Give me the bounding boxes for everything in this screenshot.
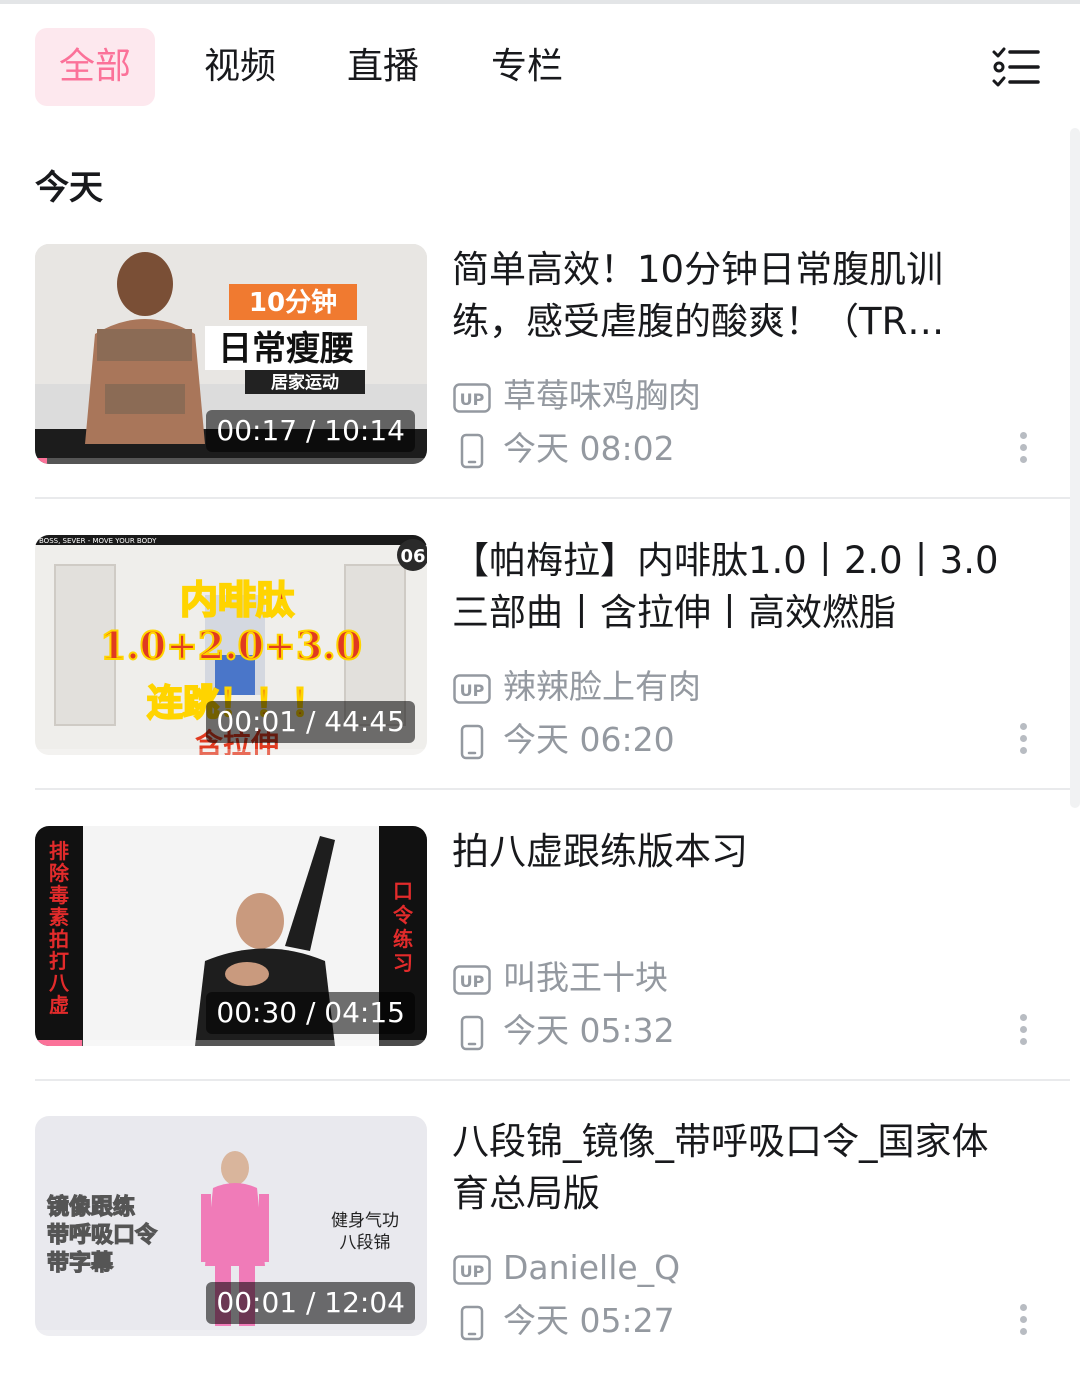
watch-time: 今天 06:20 <box>503 720 675 759</box>
more-options-icon[interactable] <box>1013 720 1033 756</box>
phone-icon <box>460 1015 484 1050</box>
thumb-text-versions: 1.0+2.0+3.0 <box>100 623 362 668</box>
watch-time-row: 今天 06:20 <box>453 718 675 762</box>
thumb-text-breath: 带呼吸口令 <box>47 1222 158 1248</box>
watch-duration: 00:30 / 04:15 <box>206 992 415 1034</box>
uploader-row[interactable]: UP 草莓味鸡胸肉 <box>453 374 701 418</box>
video-thumbnail[interactable]: 排除毒素拍打八虚 口令练习 00:30 / 04:15 <box>35 826 427 1046</box>
divider <box>35 788 1070 790</box>
uploader-name: 辣辣脸上有肉 <box>503 667 701 706</box>
uploader-name: 草莓味鸡胸肉 <box>503 376 701 415</box>
video-title[interactable]: 简单高效！10分钟日常腹肌训练，感受虐腹的酸爽！（TR… <box>452 244 1012 348</box>
thumb-text-endorphin: 内啡肽 <box>180 578 294 622</box>
scrollbar[interactable] <box>1070 128 1080 808</box>
thumb-text-10min: 10分钟 <box>249 287 337 318</box>
uploader-row[interactable]: UP Danielle_Q <box>453 1246 680 1290</box>
watch-time: 今天 05:32 <box>503 1011 675 1050</box>
thumb-text-qigong: 健身气功 <box>331 1211 399 1231</box>
thumb-text-waist: 日常瘦腰 <box>218 329 354 369</box>
thumb-corner-text: 06 <box>400 546 425 567</box>
watch-time: 今天 08:02 <box>503 429 675 468</box>
watch-progress-track <box>35 1040 427 1046</box>
watch-duration: 00:17 / 10:14 <box>206 410 415 452</box>
watch-duration: 00:01 / 12:04 <box>206 1282 415 1324</box>
watch-time-row: 今天 08:02 <box>453 427 675 471</box>
divider <box>35 497 1070 499</box>
history-item[interactable]: 10分钟 日常瘦腰 居家运动 00:17 / 10:14 简单高效！10分钟日常… <box>35 244 1035 468</box>
watch-duration: 00:01 / 44:45 <box>206 701 415 743</box>
video-title[interactable]: 【帕梅拉】内啡肽1.0丨2.0丨3.0三部曲丨含拉伸丨高效燃脂 <box>452 535 1012 639</box>
uploader-row[interactable]: UP 辣辣脸上有肉 <box>453 665 701 709</box>
watch-progress-track <box>35 458 427 464</box>
thumb-vertical-text: 口令练习 <box>393 879 414 975</box>
video-thumbnail[interactable]: 镜像跟练 带呼吸口令 带字幕 健身气功 八段锦 00:01 / 12:04 <box>35 1116 427 1336</box>
video-thumbnail[interactable]: BOSS, SEVER - MOVE YOUR BODY 06 内啡肽 1.0+… <box>35 535 427 755</box>
thumb-text-baduanjin: 八段锦 <box>340 1233 391 1253</box>
svg-text:UP: UP <box>460 1262 485 1281</box>
watch-progress-fill <box>35 458 47 464</box>
thumb-text-home: 居家运动 <box>271 372 339 393</box>
phone-icon <box>460 1305 484 1340</box>
more-options-icon[interactable] <box>1013 429 1033 465</box>
history-item[interactable]: BOSS, SEVER - MOVE YOUR BODY 06 内啡肽 1.0+… <box>35 535 1035 759</box>
svg-text:UP: UP <box>460 681 485 700</box>
watch-time: 今天 05:27 <box>503 1301 675 1340</box>
thumb-banner-text: BOSS, SEVER - MOVE YOUR BODY <box>39 537 157 545</box>
svg-text:UP: UP <box>460 972 485 991</box>
top-rule <box>0 0 1080 4</box>
tab-video[interactable]: 视频 <box>200 28 280 106</box>
watch-progress-track <box>35 1330 427 1336</box>
video-title[interactable]: 拍八虚跟练版本习 <box>452 826 1012 878</box>
tab-all[interactable]: 全部 <box>35 28 155 106</box>
phone-icon <box>460 724 484 759</box>
up-badge-icon: UP <box>453 382 491 413</box>
thumb-vertical-text: 排除毒素拍打八虚 <box>49 839 70 1017</box>
history-item[interactable]: 镜像跟练 带呼吸口令 带字幕 健身气功 八段锦 00:01 / 12:04 八段… <box>35 1116 1035 1340</box>
watch-time-row: 今天 05:27 <box>453 1299 675 1343</box>
phone-icon <box>460 433 484 468</box>
up-badge-icon: UP <box>453 1254 491 1285</box>
tab-bar: 全部 视频 直播 专栏 <box>0 28 1080 106</box>
watch-time-row: 今天 05:32 <box>453 1009 675 1053</box>
more-options-icon[interactable] <box>1013 1011 1033 1047</box>
thumb-text-mirror: 镜像跟练 <box>47 1194 135 1220</box>
uploader-name: 叫我王十块 <box>503 958 668 997</box>
video-title[interactable]: 八段锦_镜像_带呼吸口令_国家体育总局版 <box>452 1116 1012 1220</box>
section-title-today: 今天 <box>35 168 103 208</box>
list-check-icon[interactable] <box>990 46 1042 88</box>
uploader-row[interactable]: UP 叫我王十块 <box>453 956 668 1000</box>
more-options-icon[interactable] <box>1013 1301 1033 1337</box>
history-item[interactable]: 排除毒素拍打八虚 口令练习 00:30 / 04:15 拍八虚跟练版本习 UP 叫… <box>35 826 1035 1050</box>
tab-column[interactable]: 专栏 <box>487 28 567 106</box>
svg-text:UP: UP <box>460 390 485 409</box>
watch-progress-fill <box>35 1040 83 1046</box>
watch-progress-track <box>35 749 427 755</box>
divider <box>35 1079 1070 1081</box>
uploader-name: Danielle_Q <box>503 1248 681 1287</box>
up-badge-icon: UP <box>453 673 491 704</box>
video-thumbnail[interactable]: 10分钟 日常瘦腰 居家运动 00:17 / 10:14 <box>35 244 427 464</box>
thumb-text-subtitle: 带字幕 <box>47 1250 114 1276</box>
tab-live[interactable]: 直播 <box>343 28 423 106</box>
up-badge-icon: UP <box>453 964 491 995</box>
